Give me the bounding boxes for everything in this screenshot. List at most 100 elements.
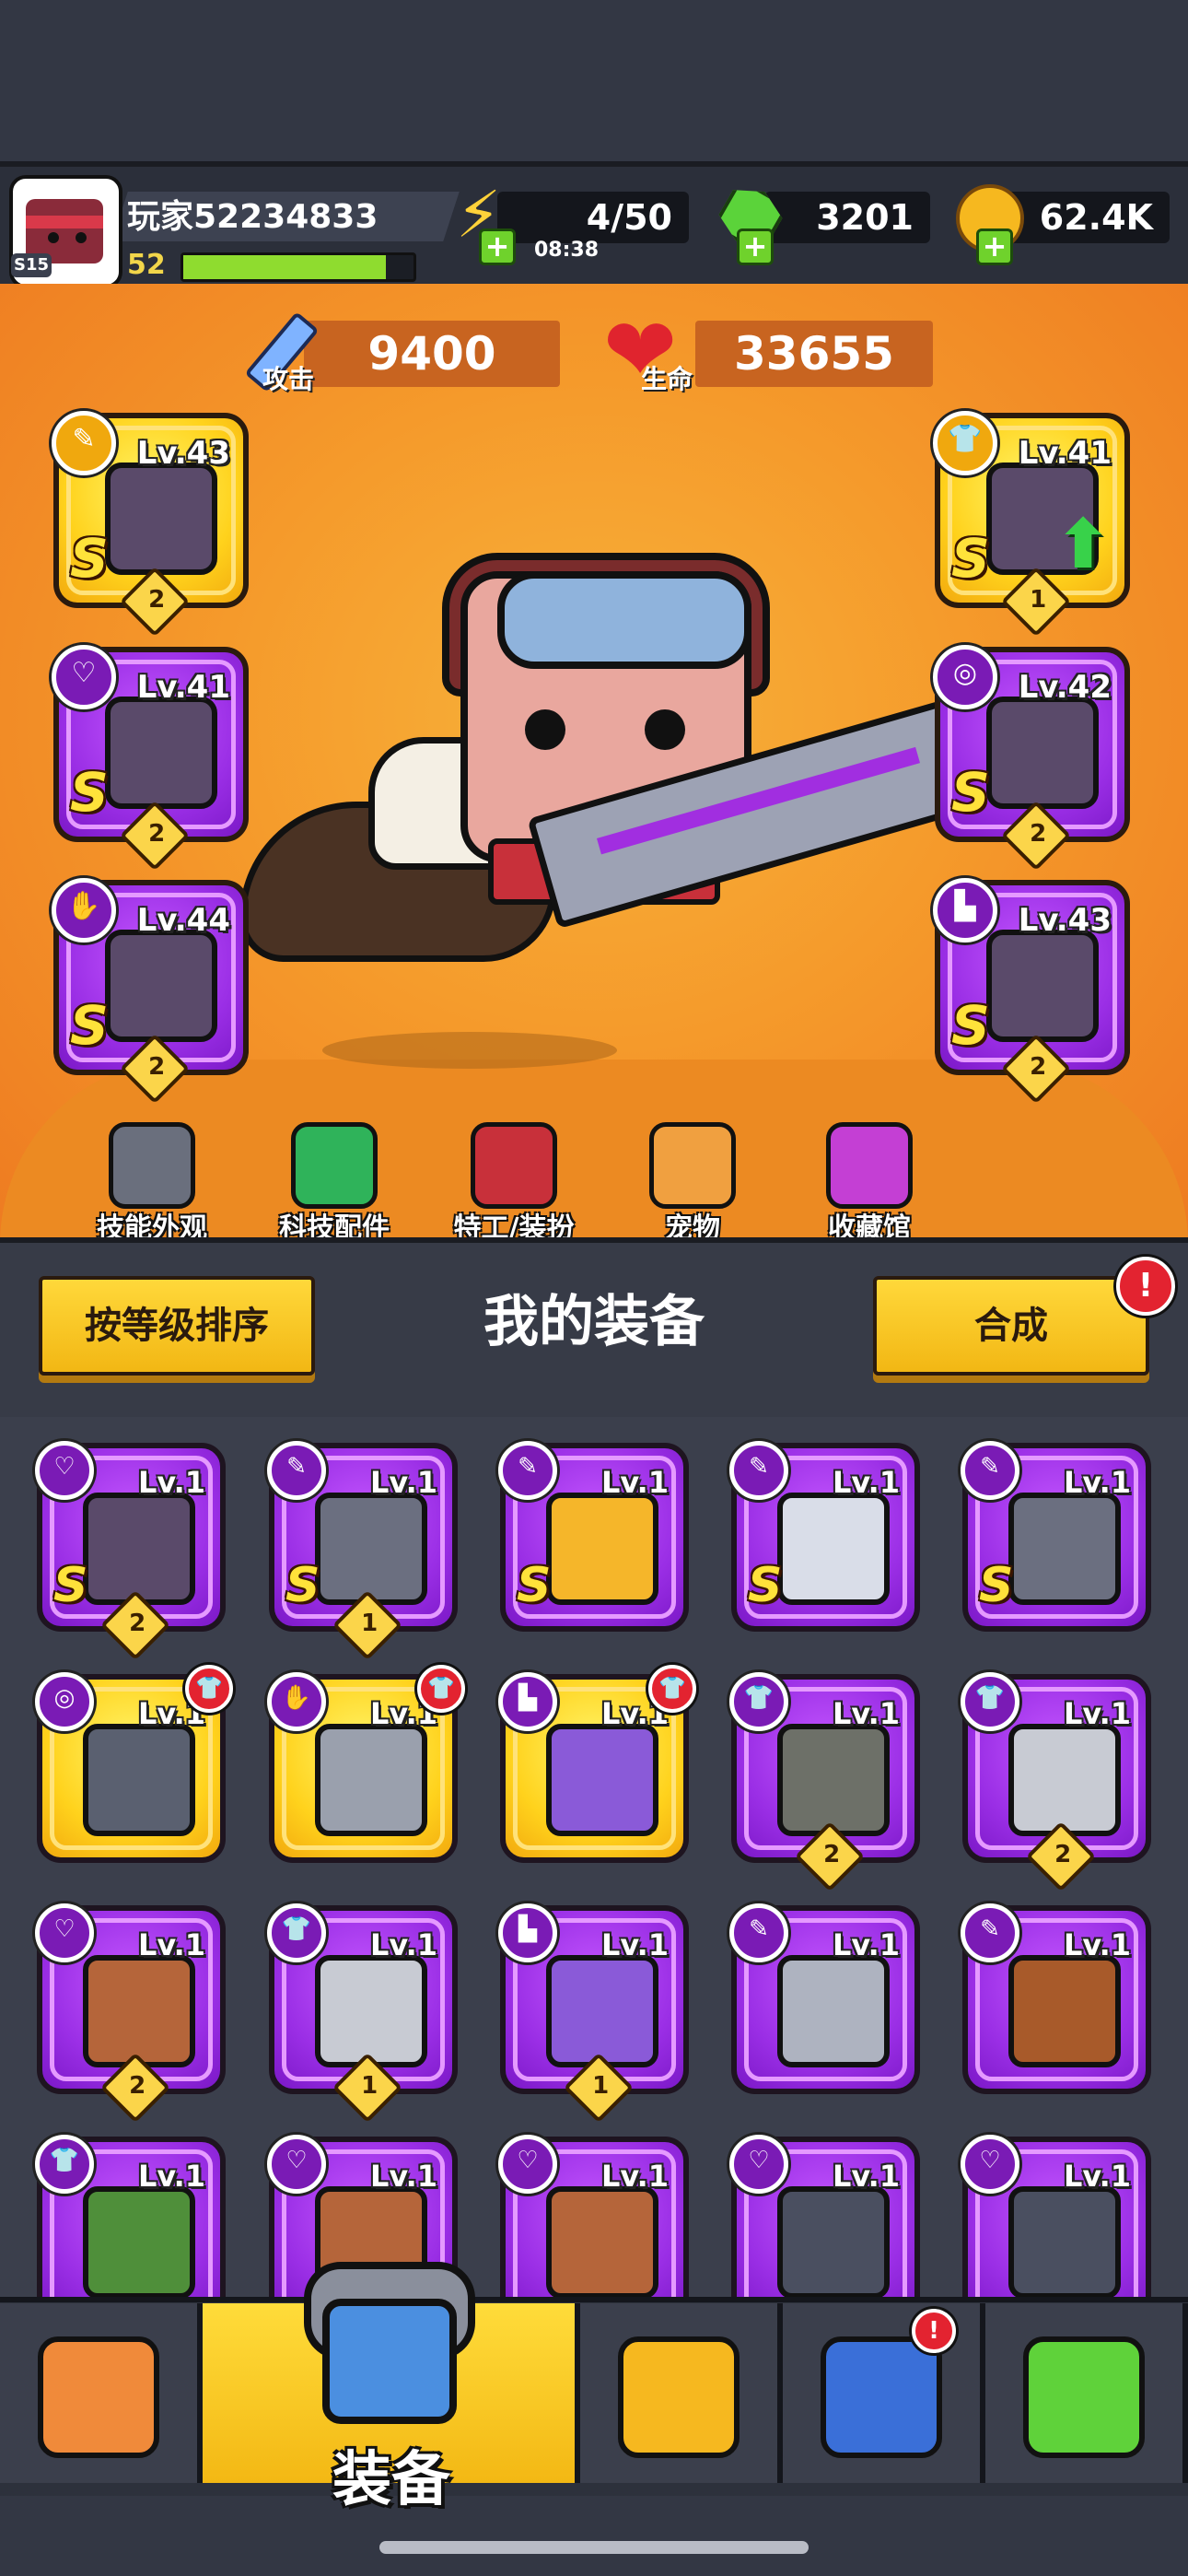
rank-badge: S [53,1558,88,1613]
new-item-badge: 👕 [185,1665,233,1713]
item-level: Lv.43 [1018,902,1112,939]
item-category-icon: 👕 [35,2135,94,2194]
item-level: Lv.1 [369,1465,437,1500]
tech-part-icon [291,1122,378,1209]
equipped-slot-boots[interactable]: ▙ Lv.43 S 2 [933,878,1130,1105]
armor-category-icon: 👕 [933,411,997,475]
gloves-category-icon: ✋ [52,878,116,943]
rank-badge: S [979,1558,1014,1613]
belt-category-icon: ◎ [933,645,997,709]
necklace-icon [83,1955,195,2067]
armor-icon [1008,1724,1121,1836]
equipped-slot-necklace[interactable]: ♡ Lv.41 S 2 [52,645,249,872]
item-level: Lv.43 [136,435,230,472]
weapon-category-icon: ✎ [52,411,116,475]
nav-globe-button[interactable]: ! [783,2303,985,2483]
star-count: 2 [128,1609,146,1637]
item-level: Lv.1 [137,1927,205,1962]
star-count: 2 [1054,1840,1071,1868]
new-item-badge: 👕 [648,1665,696,1713]
submenu-item-3[interactable]: 宠物 [610,1122,775,1245]
inventory-item[interactable]: ♡ Lv.1 [729,2135,920,2297]
add-energy-button[interactable]: + [479,228,516,265]
energy-counter: 4/50 [497,192,689,243]
home-indicator[interactable] [379,2541,809,2554]
rank-badge: S [951,761,990,824]
item-level: Lv.1 [1063,1465,1131,1500]
boot-icon [986,930,1099,1042]
star-count: 2 [148,1052,166,1081]
nav-dna-capsule-button[interactable] [985,2303,1188,2483]
inventory-item[interactable]: ✎ Lv.1 [961,1903,1151,2094]
item-level: Lv.1 [832,2159,900,2194]
submenu-item-1[interactable]: 科技配件 [251,1122,417,1245]
item-category-icon: 👕 [267,1903,326,1962]
equipped-slot-armor[interactable]: 👕 Lv.41 S 1 ⬆ [933,411,1130,638]
inventory-item[interactable]: 👕 Lv.1 2 [729,1672,920,1892]
item-level: Lv.42 [1018,669,1112,706]
sort-by-level-button[interactable]: 按等级排序 [39,1276,315,1376]
item-level: Lv.1 [1063,1927,1131,1962]
weapon-icon [1008,1493,1121,1605]
necklace-icon [546,2186,658,2297]
star-count: 2 [148,585,166,614]
inventory-item[interactable]: ♡ Lv.1 2 [35,1903,226,2124]
inventory-item[interactable]: ✎ Lv.1 S [498,1441,689,1632]
inventory-item[interactable]: 👕 Lv.1 1 [267,1903,458,2124]
nav-alert-badge: ! [912,2309,956,2353]
item-level: Lv.1 [137,2159,205,2194]
item-category-icon: ♡ [961,2135,1019,2194]
rank-badge: S [748,1558,783,1613]
submenu-item-2[interactable]: 特工/装扮 [431,1122,597,1245]
xp-bar-fill [183,255,386,279]
status-bar-area [0,0,1188,161]
inventory-grid: ♡ Lv.1 S 2 ✎ Lv.1 S 1 ✎ Lv.1 S ✎ Lv.1 S ✎ Lv.1 S ◎ Lv.1 👕 ✋ L… [0,1417,1188,2297]
inventory-item[interactable]: ♡ Lv.1 [498,2135,689,2297]
inventory-item[interactable]: ◎ Lv.1 👕 [35,1665,233,1863]
inventory-item[interactable]: ✎ Lv.1 S 1 [267,1441,458,1661]
submenu-item-4[interactable]: 收藏馆 [786,1122,952,1245]
nav-star-swords-button[interactable] [580,2303,783,2483]
xp-bar [181,252,416,282]
inventory-item[interactable]: ✎ Lv.1 S [729,1441,920,1632]
item-level: Lv.41 [136,669,230,706]
player-name: 玩家52234833 [127,198,379,236]
star-count: 1 [360,2071,378,2100]
upgrade-arrow-icon: ⬆ [1054,505,1112,584]
hero-shadow [322,1032,617,1069]
necklace-icon [83,1493,195,1605]
nav-shop-button[interactable] [0,2303,203,2483]
equipped-slot-gloves[interactable]: ✋ Lv.44 S 2 [52,878,249,1105]
item-level: Lv.1 [1063,1696,1131,1731]
item-level: Lv.1 [600,1927,669,1962]
equipped-slot-weapon[interactable]: ✎ Lv.43 S 2 [52,411,249,638]
agent-icon [471,1122,557,1209]
item-level: Lv.41 [1018,435,1112,472]
equipment-icon [295,2262,475,2437]
nav-equip-label: 装备 [332,2446,450,2514]
inventory-item[interactable]: ✎ Lv.1 S [961,1441,1151,1632]
inventory-item[interactable]: ▙ Lv.1 1 [498,1903,689,2124]
armor-icon [83,2186,195,2297]
item-category-icon: 👕 [961,1672,1019,1731]
item-category-icon: ✎ [961,1441,1019,1500]
attack-value: 9400 [304,321,560,387]
shop-icon [38,2336,159,2458]
add-gem-button[interactable]: + [737,228,774,265]
inventory-item[interactable]: 👕 Lv.1 2 [961,1672,1151,1892]
inventory-item[interactable]: ✎ Lv.1 [729,1903,920,2094]
inventory-item[interactable]: ♡ Lv.1 [961,2135,1151,2297]
submenu-item-0[interactable]: 技能外观 [69,1122,235,1245]
inventory-item[interactable]: ♡ Lv.1 S 2 [35,1441,226,1661]
boot-icon [546,1724,658,1836]
inventory-item[interactable]: ▙ Lv.1 👕 [498,1665,696,1863]
inventory-item[interactable]: ✋ Lv.1 👕 [267,1665,465,1863]
item-category-icon: ◎ [35,1672,94,1731]
item-category-icon: ♡ [35,1903,94,1962]
add-gold-button[interactable]: + [976,228,1013,265]
merge-button[interactable]: 合成 [873,1276,1149,1376]
item-category-icon: ▙ [498,1903,557,1962]
equipped-slot-belt[interactable]: ◎ Lv.42 S 2 [933,645,1130,872]
item-category-icon: ▙ [498,1672,557,1731]
inventory-item[interactable]: 👕 Lv.1 [35,2135,226,2297]
